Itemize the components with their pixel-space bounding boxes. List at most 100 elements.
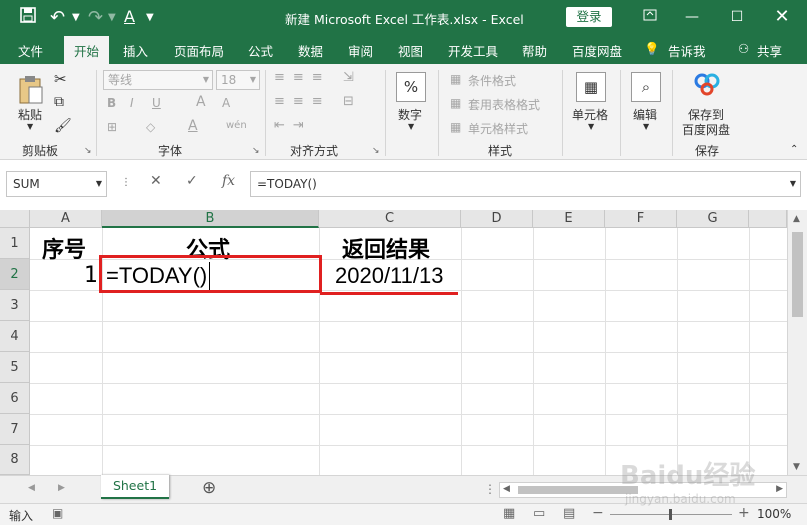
ribbon-display-options-icon[interactable] bbox=[635, 6, 665, 28]
share-button[interactable]: 共享 bbox=[757, 41, 782, 60]
row-header-2[interactable]: 2 bbox=[0, 259, 30, 290]
row-header-6[interactable]: 6 bbox=[0, 383, 30, 414]
vertical-scrollbar[interactable]: ▲ ▼ bbox=[787, 210, 807, 475]
column-header-h-partial[interactable] bbox=[749, 210, 787, 228]
cell-c1[interactable]: 返回结果 bbox=[342, 232, 430, 264]
redo-dropdown-icon[interactable]: ▼ bbox=[108, 12, 116, 23]
row-header-8[interactable]: 8 bbox=[0, 445, 30, 475]
tab-data[interactable]: 数据 bbox=[298, 41, 323, 60]
editing-button[interactable]: 编辑 bbox=[633, 106, 657, 123]
shrink-font-button[interactable]: A bbox=[222, 96, 230, 110]
bold-button[interactable]: B bbox=[107, 96, 116, 110]
tab-view[interactable]: 视图 bbox=[398, 41, 423, 60]
row-header-3[interactable]: 3 bbox=[0, 290, 30, 321]
font-color-button[interactable]: A bbox=[188, 118, 198, 134]
cell-styles-button[interactable]: 单元格样式 bbox=[468, 120, 528, 137]
insert-function-button[interactable]: fx bbox=[222, 173, 235, 189]
column-header-a[interactable]: A bbox=[30, 210, 102, 228]
cell-c2[interactable]: 2020/11/13 bbox=[335, 263, 443, 289]
macro-record-icon[interactable]: ▣ bbox=[52, 506, 63, 520]
close-icon[interactable]: ✕ bbox=[767, 6, 797, 28]
tab-home[interactable]: 开始 bbox=[64, 36, 110, 64]
column-header-b[interactable]: B bbox=[102, 210, 319, 228]
tab-file[interactable]: 文件 bbox=[18, 41, 43, 60]
fill-color-icon[interactable]: ◇ bbox=[146, 120, 155, 134]
save-netdisk-label[interactable]: 百度网盘 bbox=[682, 121, 730, 138]
save-icon[interactable] bbox=[20, 7, 36, 27]
zoom-slider-thumb[interactable] bbox=[669, 509, 672, 520]
phonetic-guide-button[interactable]: wén bbox=[226, 120, 247, 131]
horizontal-align-icons[interactable]: ≡≡≡ bbox=[274, 94, 331, 109]
italic-button[interactable]: I bbox=[130, 96, 134, 110]
login-button[interactable]: 登录 bbox=[566, 7, 612, 27]
column-header-e[interactable]: E bbox=[533, 210, 605, 228]
tab-help[interactable]: 帮助 bbox=[522, 41, 547, 60]
customize-quick-access-icon[interactable]: ▼ bbox=[146, 12, 154, 23]
cells-icon[interactable]: ▦ bbox=[576, 72, 606, 102]
row-header-7[interactable]: 7 bbox=[0, 414, 30, 445]
next-sheet-icon[interactable]: ▶ bbox=[58, 483, 65, 493]
row-header-4[interactable]: 4 bbox=[0, 321, 30, 352]
page-layout-view-icon[interactable]: ▭ bbox=[533, 506, 545, 521]
add-sheet-icon[interactable]: ⊕ bbox=[202, 478, 216, 498]
enter-icon[interactable]: ✓ bbox=[186, 173, 198, 189]
cell-a2[interactable]: 1 bbox=[84, 263, 98, 288]
scroll-up-icon[interactable]: ▲ bbox=[793, 214, 800, 224]
cancel-icon[interactable]: ✕ bbox=[150, 173, 162, 189]
tab-baidu-netdisk[interactable]: 百度网盘 bbox=[572, 41, 622, 60]
scroll-down-icon[interactable]: ▼ bbox=[793, 462, 800, 472]
paste-dropdown-icon[interactable]: ▼ bbox=[27, 122, 33, 131]
font-launcher-icon[interactable]: ↘ bbox=[252, 146, 260, 156]
undo-icon[interactable]: ↶ bbox=[50, 7, 65, 28]
font-size-combo[interactable]: 18 ▼ bbox=[216, 70, 260, 90]
font-color-quick-icon[interactable]: A bbox=[124, 7, 135, 26]
clipboard-launcher-icon[interactable]: ↘ bbox=[84, 146, 92, 156]
format-painter-icon[interactable]: 🖌 bbox=[54, 118, 72, 134]
column-header-c[interactable]: C bbox=[319, 210, 461, 228]
table-format-button[interactable]: 套用表格格式 bbox=[468, 96, 540, 113]
split-handle-icon[interactable]: ⋮ bbox=[484, 482, 496, 496]
search-icon[interactable]: ⌕ bbox=[631, 72, 661, 102]
paste-icon[interactable] bbox=[18, 74, 44, 109]
percent-icon[interactable]: % bbox=[396, 72, 426, 102]
page-break-view-icon[interactable]: ▤ bbox=[563, 506, 575, 521]
zoom-out-icon[interactable]: − bbox=[592, 505, 604, 521]
row-header-1[interactable]: 1 bbox=[0, 228, 30, 259]
collapse-ribbon-icon[interactable]: ⌃ bbox=[790, 144, 798, 155]
row-header-5[interactable]: 5 bbox=[0, 352, 30, 383]
zoom-level[interactable]: 100% bbox=[757, 507, 791, 521]
formula-input[interactable]: =TODAY() ▼ bbox=[250, 171, 801, 197]
alignment-launcher-icon[interactable]: ↘ bbox=[372, 146, 380, 156]
name-box[interactable]: SUM ▼ bbox=[6, 171, 107, 197]
worksheet-grid[interactable]: A B C D E F G 1 2 3 4 5 6 7 8 序号 公式 返回结果… bbox=[0, 210, 807, 475]
border-icon[interactable]: ⊞ bbox=[107, 120, 117, 134]
prev-sheet-icon[interactable]: ◀ bbox=[28, 483, 35, 493]
tell-me-box[interactable]: 告诉我 bbox=[668, 41, 706, 60]
scroll-thumb[interactable] bbox=[792, 232, 803, 317]
maximize-icon[interactable]: ☐ bbox=[722, 6, 752, 28]
editing-dropdown-icon[interactable]: ▼ bbox=[643, 122, 649, 131]
number-dropdown-icon[interactable]: ▼ bbox=[408, 122, 414, 131]
scroll-right-icon[interactable]: ▶ bbox=[776, 484, 783, 494]
font-name-combo[interactable]: 等线 ▼ bbox=[103, 70, 213, 90]
column-header-f[interactable]: F bbox=[605, 210, 677, 228]
minimize-icon[interactable]: — bbox=[677, 6, 707, 28]
cell-a1[interactable]: 序号 bbox=[42, 232, 86, 264]
tab-developer[interactable]: 开发工具 bbox=[448, 41, 498, 60]
cells-dropdown-icon[interactable]: ▼ bbox=[588, 122, 594, 131]
tab-formulas[interactable]: 公式 bbox=[248, 41, 273, 60]
merge-center-icon[interactable]: ⊟ bbox=[343, 94, 354, 109]
sheet-tab-sheet1[interactable]: Sheet1 bbox=[101, 475, 169, 499]
column-header-d[interactable]: D bbox=[461, 210, 533, 228]
redo-icon[interactable]: ↷ bbox=[88, 7, 103, 28]
select-all-corner[interactable] bbox=[0, 210, 30, 228]
tab-review[interactable]: 审阅 bbox=[348, 41, 373, 60]
lightbulb-icon[interactable]: 💡 bbox=[644, 41, 660, 57]
wrap-text-icon[interactable]: ⇲ bbox=[343, 70, 354, 85]
indent-icons[interactable]: ⇤⇥ bbox=[274, 118, 312, 133]
underline-button[interactable]: U bbox=[152, 96, 161, 110]
scroll-left-icon[interactable]: ◀ bbox=[503, 484, 510, 494]
tab-insert[interactable]: 插入 bbox=[123, 41, 148, 60]
tab-page-layout[interactable]: 页面布局 bbox=[174, 41, 224, 60]
conditional-format-button[interactable]: 条件格式 bbox=[468, 72, 516, 89]
